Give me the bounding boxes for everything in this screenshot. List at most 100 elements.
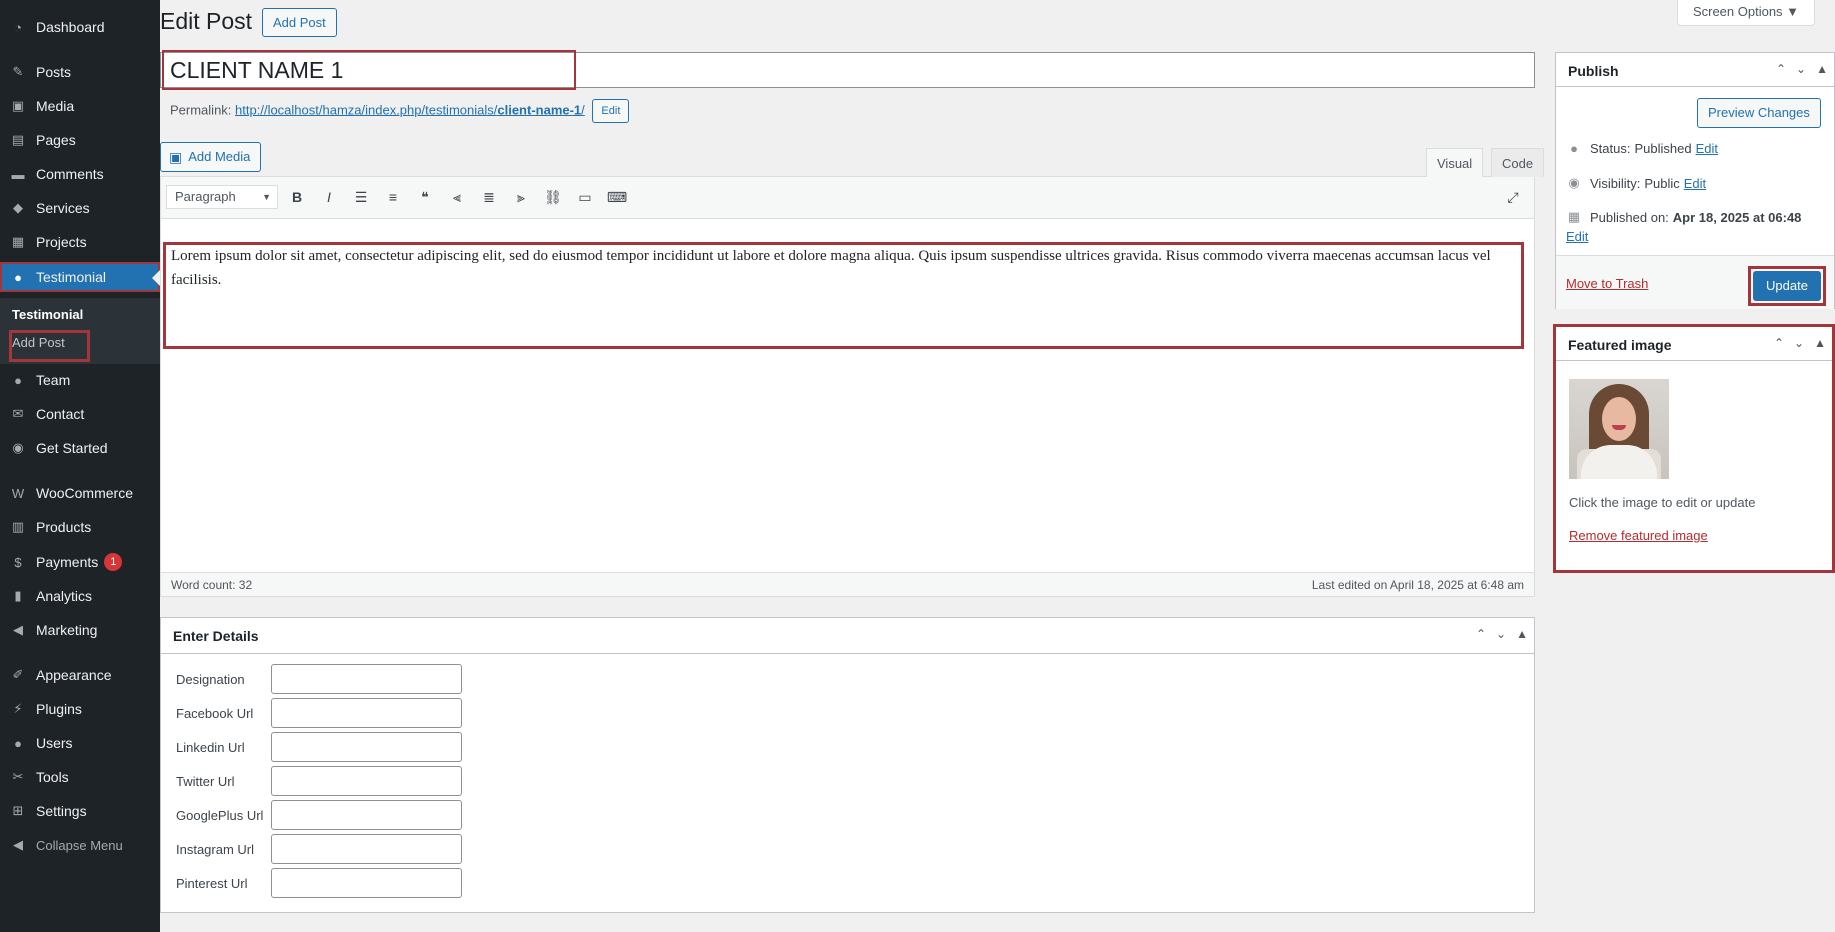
featured-image-thumbnail[interactable] (1569, 379, 1669, 479)
sidebar-item-pages[interactable]: ▤ Pages (0, 125, 160, 155)
move-up-icon[interactable]: ⌃ (1776, 62, 1786, 76)
add-media-button[interactable]: ▣ Add Media (160, 142, 262, 172)
preview-changes-button[interactable]: Preview Changes (1697, 98, 1821, 128)
sidebar-item-appearance[interactable]: ✐ Appearance (0, 660, 160, 690)
toggle-panel-icon[interactable]: ▲ (1814, 336, 1826, 350)
toggle-panel-icon[interactable]: ▲ (1516, 627, 1528, 641)
details-field-row: Instagram Url (176, 834, 462, 864)
featured-image-box: Featured image ⌃ ⌄ ▲ Click the image to … (1553, 324, 1835, 573)
align-center-icon[interactable]: ≣ (476, 186, 502, 208)
bullet-list-icon[interactable]: ☰ (348, 186, 374, 208)
details-title: Enter Details (173, 628, 259, 644)
visibility-value: Public (1644, 175, 1680, 191)
permalink-base: http://localhost/hamza/index.php/testimo… (235, 102, 498, 118)
link-icon[interactable]: ⛓ (540, 186, 566, 208)
user-icon: ● (14, 269, 22, 285)
bold-icon[interactable]: B (284, 186, 310, 208)
move-down-icon[interactable]: ⌄ (1796, 62, 1806, 76)
add-post-button[interactable]: Add Post (262, 8, 337, 37)
move-to-trash-link[interactable]: Move to Trash (1566, 276, 1648, 291)
facebook-url-input[interactable] (271, 698, 462, 728)
field-label: Twitter Url (176, 773, 235, 789)
published-on-value: Apr 18, 2025 at 06:48 (1672, 209, 1802, 225)
woocommerce-icon: W (11, 485, 25, 501)
remove-featured-image-link[interactable]: Remove featured image (1569, 528, 1708, 543)
sidebar-item-posts[interactable]: ✎ Posts (0, 57, 160, 87)
edit-date-link[interactable]: Edit (1566, 229, 1588, 244)
sidebar-item-label: Products (36, 519, 92, 535)
move-down-icon[interactable]: ⌄ (1496, 627, 1506, 641)
sidebar-item-label: Settings (36, 803, 87, 819)
megaphone-icon: ◀ (13, 622, 23, 637)
sidebar-item-projects[interactable]: ▦ Projects (0, 227, 160, 257)
edit-status-link[interactable]: Edit (1696, 141, 1718, 156)
toolbar-toggle-icon[interactable]: ⌨ (604, 186, 630, 208)
italic-icon[interactable]: I (316, 186, 342, 208)
update-button[interactable]: Update (1753, 271, 1821, 301)
sidebar-item-analytics[interactable]: ▮ Analytics (0, 581, 160, 611)
format-select[interactable]: Paragraph ▼ (166, 185, 278, 209)
details-field-row: Linkedin Url (176, 732, 462, 762)
comment-icon: ▬ (11, 166, 25, 182)
screen-options-button[interactable]: Screen Options ▼ (1677, 0, 1815, 26)
align-right-icon[interactable]: ⫸ (508, 186, 534, 208)
sidebar-item-contact[interactable]: ✉ Contact (0, 399, 160, 429)
blockquote-icon[interactable]: ❝ (412, 186, 438, 208)
globe-icon: ◉ (12, 440, 24, 455)
details-field-row: GooglePlus Url (176, 800, 462, 830)
sidebar-item-products[interactable]: ▥ Products (0, 512, 160, 542)
edit-visibility-link[interactable]: Edit (1684, 176, 1706, 191)
toggle-panel-icon[interactable]: ▲ (1816, 62, 1828, 76)
sidebar-item-settings[interactable]: ⊞ Settings (0, 796, 160, 826)
content-highlight (163, 242, 1524, 349)
publish-header: Publish ⌃ ⌄ ▲ (1556, 53, 1834, 87)
move-up-icon[interactable]: ⌃ (1774, 336, 1784, 350)
sidebar-item-label: Comments (36, 166, 104, 182)
publish-meta-box: Publish ⌃ ⌄ ▲ Preview Changes ● Status: … (1555, 52, 1835, 309)
fullscreen-icon[interactable]: ⤢ (1500, 186, 1526, 208)
read-more-icon[interactable]: ▭ (572, 186, 598, 208)
collapse-menu[interactable]: ◀ Collapse Menu (0, 830, 160, 860)
permalink-link[interactable]: http://localhost/hamza/index.php/testimo… (235, 102, 585, 117)
permalink-edit-button[interactable]: Edit (592, 99, 630, 123)
sidebar-item-marketing[interactable]: ◀ Marketing (0, 615, 160, 645)
submenu-testimonial[interactable]: Testimonial (12, 307, 83, 322)
sidebar-item-payments[interactable]: $ Payments 1 (0, 547, 160, 577)
last-edited: Last edited on April 18, 2025 at 6:48 am (1311, 578, 1524, 592)
tab-code[interactable]: Code (1491, 148, 1545, 177)
publish-title: Publish (1568, 63, 1619, 79)
pinterest-url-input[interactable] (271, 868, 462, 898)
numbered-list-icon[interactable]: ≡ (380, 186, 406, 208)
twitter-url-input[interactable] (271, 766, 462, 796)
pin-icon: ● (1570, 141, 1578, 156)
details-field-row: Twitter Url (176, 766, 462, 796)
publish-footer: Move to Trash Update (1556, 255, 1834, 309)
sidebar-item-woocommerce[interactable]: W WooCommerce (0, 478, 160, 508)
sidebar-item-get-started[interactable]: ◉ Get Started (0, 433, 160, 463)
linkedin-url-input[interactable] (271, 732, 462, 762)
sidebar-item-label: Users (36, 735, 73, 751)
tab-visual[interactable]: Visual (1426, 148, 1484, 177)
sidebar-item-services[interactable]: ◆ Services (0, 193, 160, 223)
sidebar-item-label: Marketing (36, 622, 98, 638)
sidebar-item-tools[interactable]: ✂ Tools (0, 762, 160, 792)
instagram-url-input[interactable] (271, 834, 462, 864)
sidebar-item-media[interactable]: ▣ Media (0, 91, 160, 121)
editor-container (160, 176, 1535, 597)
sidebar-item-comments[interactable]: ▬ Comments (0, 159, 160, 189)
sidebar-item-label: Plugins (36, 701, 82, 717)
move-up-icon[interactable]: ⌃ (1476, 627, 1486, 641)
sidebar-item-users[interactable]: ● Users (0, 728, 160, 758)
designation-input[interactable] (271, 664, 462, 694)
sidebar-item-team[interactable]: ● Team (0, 365, 160, 395)
sidebar-item-plugins[interactable]: ⚡ Plugins (0, 694, 160, 724)
sidebar-item-dashboard[interactable]: ◔ Dashboard (0, 12, 160, 42)
googleplus-url-input[interactable] (271, 800, 462, 830)
align-left-icon[interactable]: ⫷ (444, 186, 470, 208)
move-down-icon[interactable]: ⌄ (1794, 336, 1804, 350)
details-meta-box: Enter Details ⌃ ⌄ ▲ Designation Facebook … (160, 617, 1535, 913)
add-media-label: Add Media (188, 149, 251, 164)
dashboard-icon: ◔ (14, 19, 22, 35)
portfolio-icon: ▦ (11, 234, 25, 249)
sidebar-item-testimonial[interactable]: ● Testimonial (0, 262, 160, 292)
